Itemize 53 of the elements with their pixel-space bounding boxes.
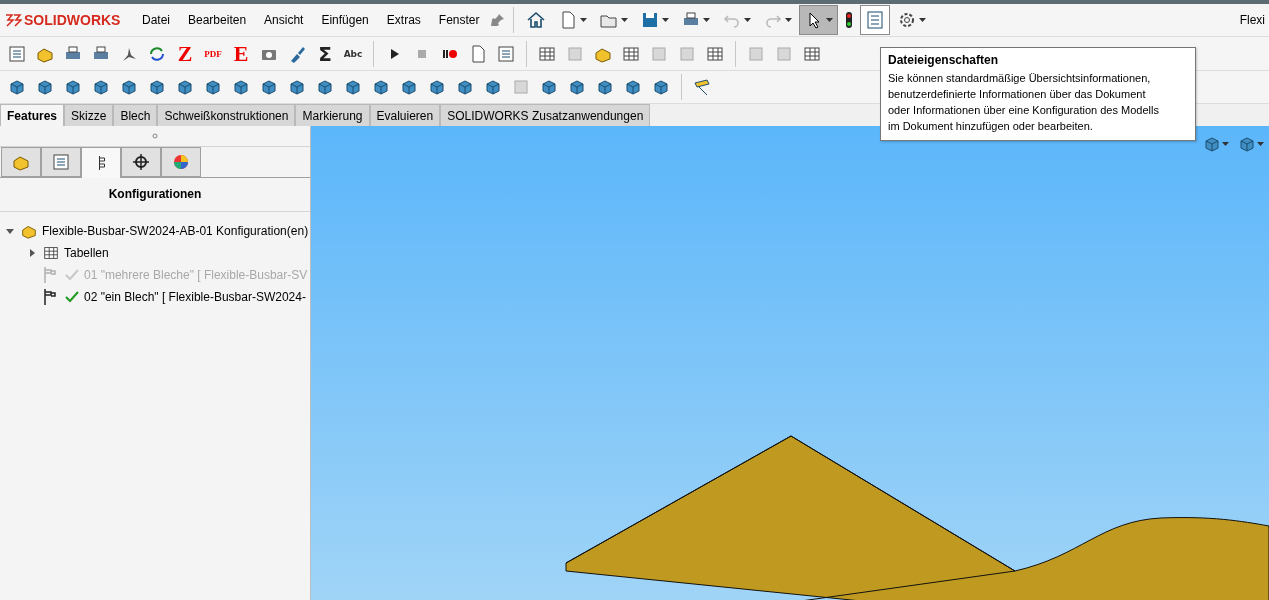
caret-icon[interactable]	[579, 18, 587, 22]
menu-item[interactable]: Fenster	[430, 13, 488, 27]
spell-check-button[interactable]: Abc	[340, 39, 366, 68]
crosshair-icon	[131, 152, 151, 172]
menu-item[interactable]: Extras	[378, 13, 429, 27]
caret-icon[interactable]	[743, 18, 751, 22]
splitter-grip-icon[interactable]	[152, 133, 158, 139]
macro-button[interactable]: Z	[172, 39, 198, 68]
macro-button[interactable]: PDF	[200, 39, 226, 68]
tree-item[interactable]: Flexible-Busbar-SW2024-AB-01 Konfiguration(en)	[42, 224, 309, 238]
measure-icon	[692, 77, 712, 97]
menu-item[interactable]: Datei	[134, 13, 178, 27]
home-icon	[525, 10, 546, 30]
menu-item[interactable]: Bearbeiten	[180, 13, 255, 27]
tooltip-title: Dateieigenschaften	[888, 53, 1000, 67]
menu-item[interactable]: Einfügen	[313, 13, 377, 27]
check-icon	[64, 290, 80, 304]
command-tab[interactable]: SOLIDWORKS Zusatzanwendungen	[440, 104, 651, 126]
disabled-tool-icon	[511, 77, 531, 97]
panel-heading: Konfigurationen	[0, 178, 310, 212]
check-icon	[64, 268, 80, 282]
caret-icon[interactable]	[620, 18, 628, 22]
caret-icon[interactable]	[918, 18, 926, 22]
command-tab[interactable]: Evaluieren	[369, 104, 441, 126]
command-tab[interactable]: Blech	[113, 104, 158, 126]
menu-item[interactable]: Ansicht	[256, 13, 312, 27]
config-tree-icon	[96, 155, 106, 171]
app-logo: SOLIDWORKS	[4, 12, 132, 28]
tree-item[interactable]: 02 "ein Blech" [ Flexible-Busbar-SW2024-	[84, 290, 306, 304]
list-icon	[7, 43, 27, 64]
caret-icon[interactable]	[702, 18, 710, 22]
caret-icon[interactable]	[1222, 142, 1229, 146]
tree-item[interactable]: Tabellen	[64, 246, 109, 260]
window-title: Flexi	[1239, 13, 1266, 27]
sum-button[interactable]: Σ	[312, 39, 338, 68]
panel-tab[interactable]	[121, 147, 161, 177]
command-tab[interactable]: Features	[0, 104, 65, 126]
caret-icon[interactable]	[1257, 142, 1264, 146]
table-icon	[42, 244, 60, 262]
list-icon	[496, 43, 516, 64]
tooltip-text: Sie können standardmäßige Übersichtsinformationen, benutzerdefinierte Informationen über das Dokument oder Informationen über eine Konfiguration des Modells im Dokument hinzufügen oder bearbeiten.	[888, 71, 1160, 134]
command-tab[interactable]: Markierung	[295, 104, 370, 126]
macro-button[interactable]: E	[228, 39, 254, 68]
caret-icon[interactable]	[825, 18, 833, 22]
list-icon	[51, 152, 71, 172]
traffic-light-icon	[844, 11, 853, 29]
caret-icon[interactable]	[784, 18, 792, 22]
toolbar-button[interactable]	[798, 5, 838, 35]
command-tab[interactable]: Skizze	[64, 104, 114, 126]
list-icon	[864, 10, 885, 30]
command-tab[interactable]: Schweißkonstruktionen	[157, 104, 296, 126]
caret-icon[interactable]	[661, 18, 669, 22]
ball-icon	[171, 152, 191, 172]
